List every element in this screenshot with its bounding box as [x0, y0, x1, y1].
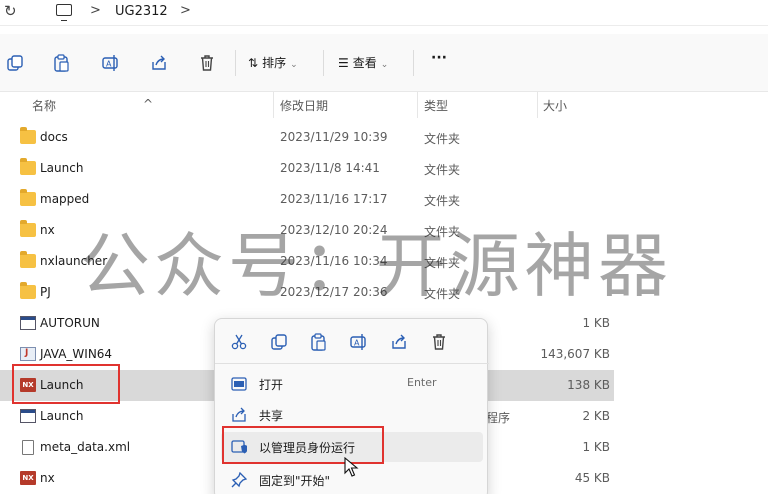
- chevron-down-icon: ⌄: [380, 60, 389, 70]
- folder-icon: [20, 220, 36, 237]
- column-divider[interactable]: [417, 92, 418, 118]
- sort-label: 排序: [262, 56, 287, 70]
- menu-item-open[interactable]: 打开 Enter: [221, 369, 483, 399]
- view-label: 查看: [352, 56, 377, 70]
- column-header-date[interactable]: 修改日期: [280, 97, 328, 114]
- file-name: JAVA_WIN64: [40, 347, 113, 361]
- file-size: 2 KB: [582, 409, 610, 423]
- file-type: 文件夹: [424, 225, 461, 239]
- more-options-button[interactable]: ···: [431, 50, 447, 66]
- rename-icon[interactable]: A: [102, 54, 120, 72]
- document-icon: [22, 440, 34, 455]
- file-date: 2023/12/17 20:36: [280, 285, 388, 299]
- list-item[interactable]: nx 2023/12/10 20:24 文件夹: [0, 215, 614, 246]
- breadcrumb-chevron-icon[interactable]: >: [90, 3, 101, 18]
- delete-icon[interactable]: [198, 54, 216, 72]
- file-name: PJ: [40, 285, 51, 299]
- file-name: nxlauncher: [40, 254, 108, 268]
- window-app-icon: [20, 409, 36, 423]
- svg-text:A: A: [354, 339, 360, 348]
- command-bar: A ⇅ 排序 ⌄ ☰ 查看 ⌄ ···: [0, 34, 768, 92]
- paste-icon[interactable]: [310, 333, 328, 351]
- file-date: 2023/11/16 17:17: [280, 192, 388, 206]
- file-name: mapped: [40, 192, 90, 206]
- file-name: meta_data.xml: [40, 440, 131, 454]
- share-icon: [232, 407, 246, 422]
- open-icon: [231, 377, 247, 391]
- file-type: 程序: [486, 411, 511, 425]
- share-icon[interactable]: [150, 54, 168, 72]
- autorun-file-icon: [20, 316, 36, 330]
- file-name: docs: [40, 130, 68, 144]
- menu-divider: [215, 363, 489, 364]
- list-item[interactable]: mapped 2023/11/16 17:17 文件夹: [0, 184, 614, 215]
- menu-item-label: 打开: [259, 378, 284, 392]
- file-size: 138 KB: [567, 378, 610, 392]
- column-header-size[interactable]: 大小: [543, 97, 567, 114]
- highlight-box: [12, 364, 120, 404]
- share-icon[interactable]: [390, 333, 408, 351]
- file-size: 1 KB: [582, 316, 610, 330]
- folder-icon: [20, 158, 36, 175]
- chevron-down-icon: ⌄: [290, 60, 298, 70]
- column-header-type[interactable]: 类型: [424, 97, 448, 114]
- file-type: 文件夹: [424, 194, 461, 208]
- file-type: 文件夹: [424, 163, 461, 177]
- folder-icon: [20, 127, 36, 144]
- sort-ascending-icon: ^: [143, 97, 154, 111]
- menu-item-label: 共享: [259, 409, 284, 423]
- menu-item-shortcut: Enter: [407, 376, 437, 389]
- toolbar-divider: [323, 50, 324, 76]
- sort-icon: ⇅: [248, 56, 259, 70]
- folder-icon: [20, 251, 36, 268]
- folder-icon: [20, 282, 36, 299]
- copy-icon[interactable]: [6, 54, 24, 72]
- folder-icon: [20, 189, 36, 206]
- copy-icon[interactable]: [270, 333, 288, 351]
- file-size: 1 KB: [582, 440, 610, 454]
- file-date: 2023/12/10 20:24: [280, 223, 388, 237]
- svg-text:A: A: [106, 60, 112, 69]
- file-type: 文件夹: [424, 287, 461, 301]
- file-name: nx: [40, 223, 55, 237]
- view-icon: ☰: [338, 56, 349, 70]
- toolbar-divider: [235, 50, 236, 76]
- file-type: 文件夹: [424, 256, 461, 270]
- file-date: 2023/11/8 14:41: [280, 161, 380, 175]
- file-size: 45 KB: [574, 471, 610, 485]
- pin-icon: [231, 472, 247, 488]
- list-item[interactable]: nxlauncher 2023/11/16 10:34 文件夹: [0, 246, 614, 277]
- delete-icon[interactable]: [430, 333, 448, 351]
- file-date: 2023/11/29 10:39: [280, 130, 388, 144]
- column-header-row: ^ 名称 修改日期 类型 大小: [0, 92, 768, 118]
- list-item[interactable]: Launch 2023/11/8 14:41 文件夹: [0, 153, 614, 184]
- file-name: Launch: [40, 161, 84, 175]
- column-divider[interactable]: [273, 92, 274, 118]
- column-divider[interactable]: [537, 92, 538, 118]
- computer-icon[interactable]: [56, 4, 72, 21]
- breadcrumb-chevron-icon[interactable]: >: [180, 3, 191, 18]
- breadcrumb-current-folder[interactable]: UG2312: [115, 4, 168, 19]
- toolbar-divider: [413, 50, 414, 76]
- file-type: 文件夹: [424, 132, 461, 146]
- file-name: nx: [40, 471, 55, 485]
- list-item[interactable]: PJ 2023/12/17 20:36 文件夹: [0, 277, 614, 308]
- java-file-icon: [20, 347, 36, 361]
- address-bar: ↻ > UG2312 >: [0, 0, 768, 26]
- file-name: AUTORUN: [40, 316, 100, 330]
- sort-button[interactable]: ⇅ 排序 ⌄: [248, 54, 298, 71]
- paste-icon[interactable]: [53, 54, 71, 72]
- menu-item-label: 固定到"开始": [259, 474, 331, 488]
- file-date: 2023/11/16 10:34: [280, 254, 388, 268]
- view-button[interactable]: ☰ 查看 ⌄: [338, 54, 388, 71]
- refresh-icon[interactable]: ↻: [4, 2, 17, 20]
- rename-icon[interactable]: A: [350, 333, 368, 351]
- mouse-cursor-icon: [344, 457, 359, 477]
- list-item[interactable]: docs 2023/11/29 10:39 文件夹: [0, 122, 614, 153]
- file-size: 143,607 KB: [540, 347, 610, 361]
- nx-app-icon: NX: [20, 471, 36, 485]
- file-name: Launch: [40, 409, 84, 423]
- cut-icon[interactable]: [230, 333, 248, 351]
- column-header-name[interactable]: 名称: [32, 97, 56, 114]
